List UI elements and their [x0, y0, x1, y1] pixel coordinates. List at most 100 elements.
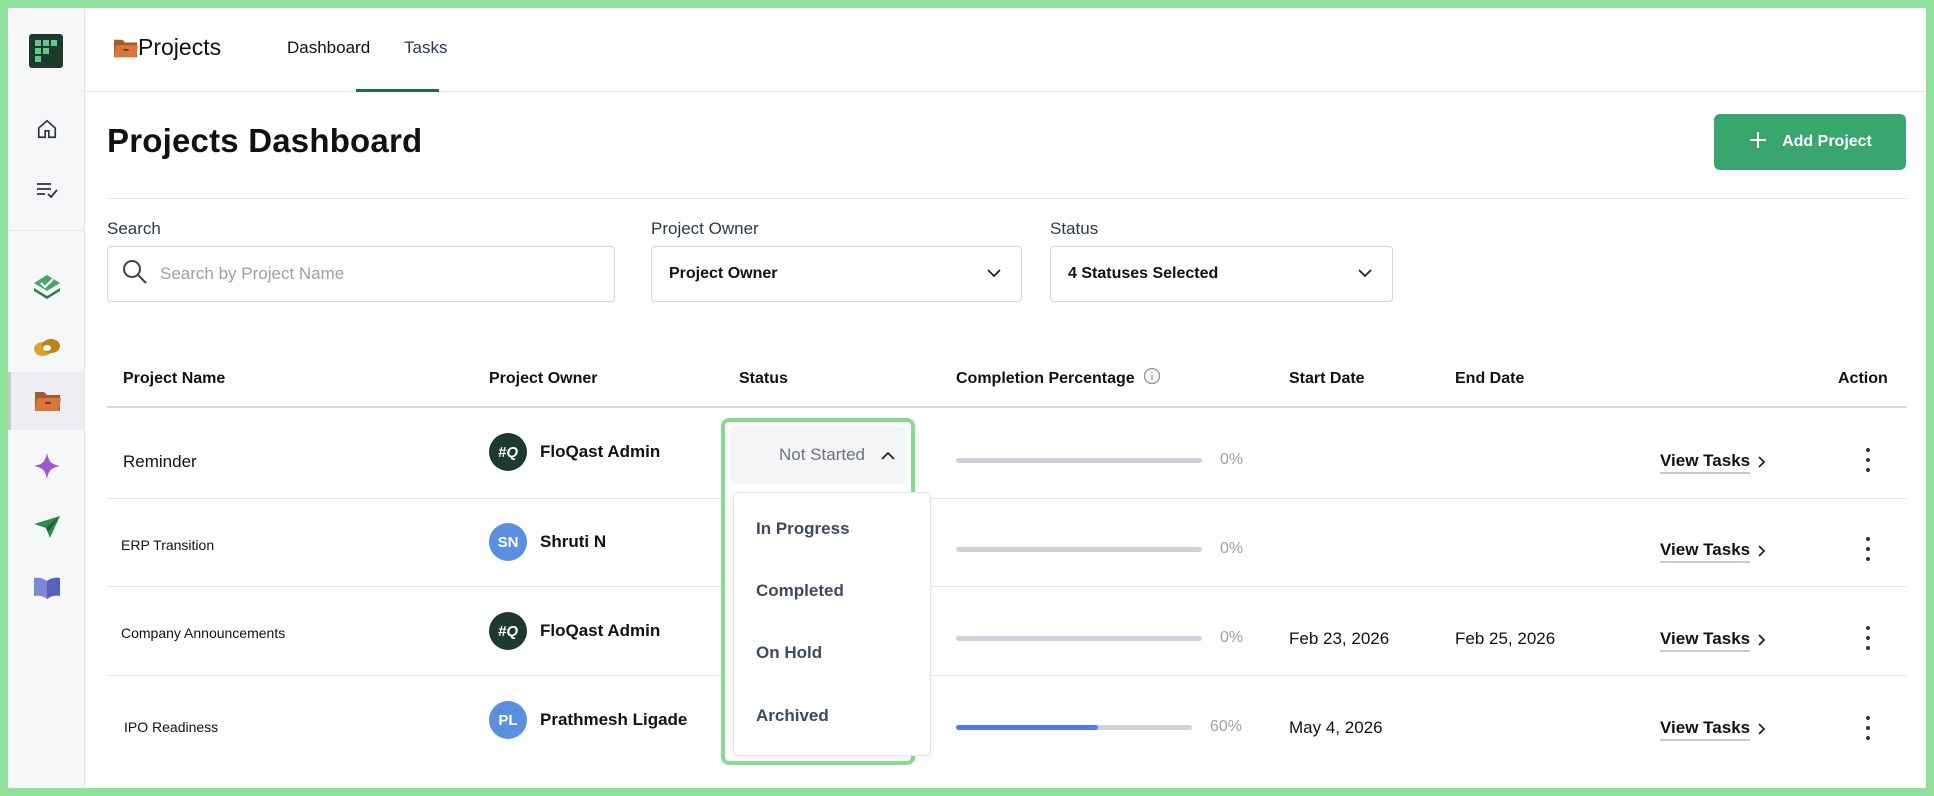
checkbox-stack-icon[interactable] [8, 258, 85, 316]
row-divider [107, 586, 1907, 587]
chevron-right-icon [1758, 631, 1766, 651]
chevron-right-icon [1758, 542, 1766, 562]
add-project-button[interactable]: Add Project [1714, 114, 1906, 170]
column-header-status[interactable]: Status [739, 370, 788, 388]
view-tasks-label: View Tasks [1660, 540, 1751, 563]
column-header-completion[interactable]: Completion Percentage [956, 367, 1161, 390]
start-date: Feb 23, 2026 [1289, 629, 1390, 648]
project-name[interactable]: Reminder [123, 452, 197, 472]
completion-percent: 60% [1210, 718, 1243, 735]
chevron-up-icon [881, 445, 895, 465]
status-options-menu: In Progress Completed On Hold Archived [733, 492, 931, 756]
view-tasks-label: View Tasks [1660, 451, 1751, 474]
chevron-right-icon [1758, 720, 1766, 740]
projects-folder-icon[interactable] [8, 372, 85, 430]
search-label: Search [107, 219, 161, 238]
view-tasks-link[interactable]: View Tasks [1660, 629, 1766, 652]
completion-progress: 0% [956, 540, 1243, 558]
status-filter-label: Status [1050, 219, 1099, 238]
reconciliation-icon[interactable] [8, 319, 85, 377]
view-tasks-link[interactable]: View Tasks [1660, 451, 1766, 474]
sidebar [8, 8, 85, 788]
completion-percent: 0% [1220, 540, 1244, 557]
project-owner-value: Project Owner [669, 265, 778, 282]
column-header-end-date[interactable]: End Date [1455, 370, 1524, 388]
page-title: Projects Dashboard [107, 122, 423, 159]
status-option-completed[interactable]: Completed [756, 581, 844, 601]
project-name[interactable]: ERP Transition [121, 537, 214, 553]
project-owner-label: Project Owner [651, 219, 759, 238]
column-header-project-owner[interactable]: Project Owner [489, 370, 597, 388]
project-owner: PL Prathmesh Ligade [489, 701, 687, 739]
project-owner-select[interactable]: Project Owner [651, 246, 1022, 302]
project-owner: SN Shruti N [489, 523, 606, 561]
status-dropdown: Not Started In Progress Completed On Hol… [721, 418, 931, 765]
status-option-archived[interactable]: Archived [756, 706, 829, 726]
completion-header-label: Completion Percentage [956, 369, 1135, 387]
search-icon [122, 259, 148, 290]
plus-icon [1748, 130, 1768, 155]
project-name[interactable]: Company Announcements [121, 625, 285, 641]
table-header-divider [107, 406, 1907, 408]
search-field[interactable] [107, 246, 615, 302]
tab-dashboard[interactable]: Dashboard [287, 38, 370, 58]
info-icon[interactable] [1143, 367, 1161, 390]
row-actions-menu-icon[interactable] [1860, 448, 1876, 472]
row-actions-menu-icon[interactable] [1860, 716, 1876, 740]
end-date: Feb 25, 2026 [1455, 629, 1556, 648]
app-title: Projects [138, 34, 222, 60]
tab-tasks[interactable]: Tasks [404, 38, 447, 58]
status-option-on-hold[interactable]: On Hold [756, 643, 822, 663]
column-header-action: Action [1838, 370, 1888, 387]
completion-progress: 60% [956, 718, 1242, 736]
chevron-right-icon [1758, 453, 1766, 473]
status-select[interactable]: Not Started [731, 426, 905, 484]
project-owner: #Q FloQast Admin [489, 612, 660, 650]
row-actions-menu-icon[interactable] [1860, 537, 1876, 561]
status-current-value: Not Started [779, 445, 865, 464]
column-header-project-name[interactable]: Project Name [123, 370, 225, 388]
avatar: SN [489, 523, 527, 561]
owner-name: Prathmesh Ligade [540, 710, 688, 729]
row-divider [107, 675, 1907, 676]
progress-bar-track [956, 635, 1202, 641]
home-icon[interactable] [8, 100, 85, 158]
owner-name: Shruti N [540, 532, 607, 551]
view-tasks-link[interactable]: View Tasks [1660, 718, 1766, 741]
owner-name: FloQast Admin [540, 442, 661, 461]
avatar: #Q [489, 612, 527, 650]
search-input[interactable] [160, 264, 600, 284]
chevron-down-icon [987, 265, 1001, 283]
status-option-in-progress[interactable]: In Progress [756, 519, 850, 539]
status-filter-value: 4 Statuses Selected [1068, 265, 1219, 282]
sparkle-icon[interactable] [8, 437, 85, 495]
floqast-logo-icon[interactable] [29, 34, 63, 68]
row-divider [107, 498, 1907, 499]
progress-bar-track [956, 457, 1202, 463]
owner-name: FloQast Admin [540, 621, 661, 640]
add-project-label: Add Project [1782, 133, 1872, 150]
avatar: #Q [489, 433, 527, 471]
active-tab-indicator [356, 89, 439, 92]
completion-percent: 0% [1220, 629, 1244, 646]
app-window: Projects Dashboard Tasks Projects Dashbo… [8, 8, 1926, 788]
progress-bar-track [956, 724, 1192, 730]
view-tasks-link[interactable]: View Tasks [1660, 540, 1766, 563]
sidebar-divider [8, 230, 85, 231]
send-icon[interactable] [8, 498, 85, 556]
row-actions-menu-icon[interactable] [1860, 626, 1876, 650]
view-tasks-label: View Tasks [1660, 718, 1751, 741]
project-name[interactable]: IPO Readiness [124, 719, 218, 735]
projects-folder-icon [112, 36, 140, 65]
completion-progress: 0% [956, 451, 1243, 469]
chevron-down-icon [1358, 265, 1372, 283]
progress-bar-track [956, 546, 1202, 552]
start-date: May 4, 2026 [1289, 718, 1383, 737]
completion-progress: 0% [956, 629, 1243, 647]
completion-percent: 0% [1220, 451, 1244, 468]
progress-bar-fill [956, 724, 1098, 730]
task-list-icon[interactable] [8, 161, 85, 219]
status-filter-select[interactable]: 4 Statuses Selected [1050, 246, 1393, 302]
column-header-start-date[interactable]: Start Date [1289, 370, 1365, 388]
book-icon[interactable] [8, 559, 85, 617]
